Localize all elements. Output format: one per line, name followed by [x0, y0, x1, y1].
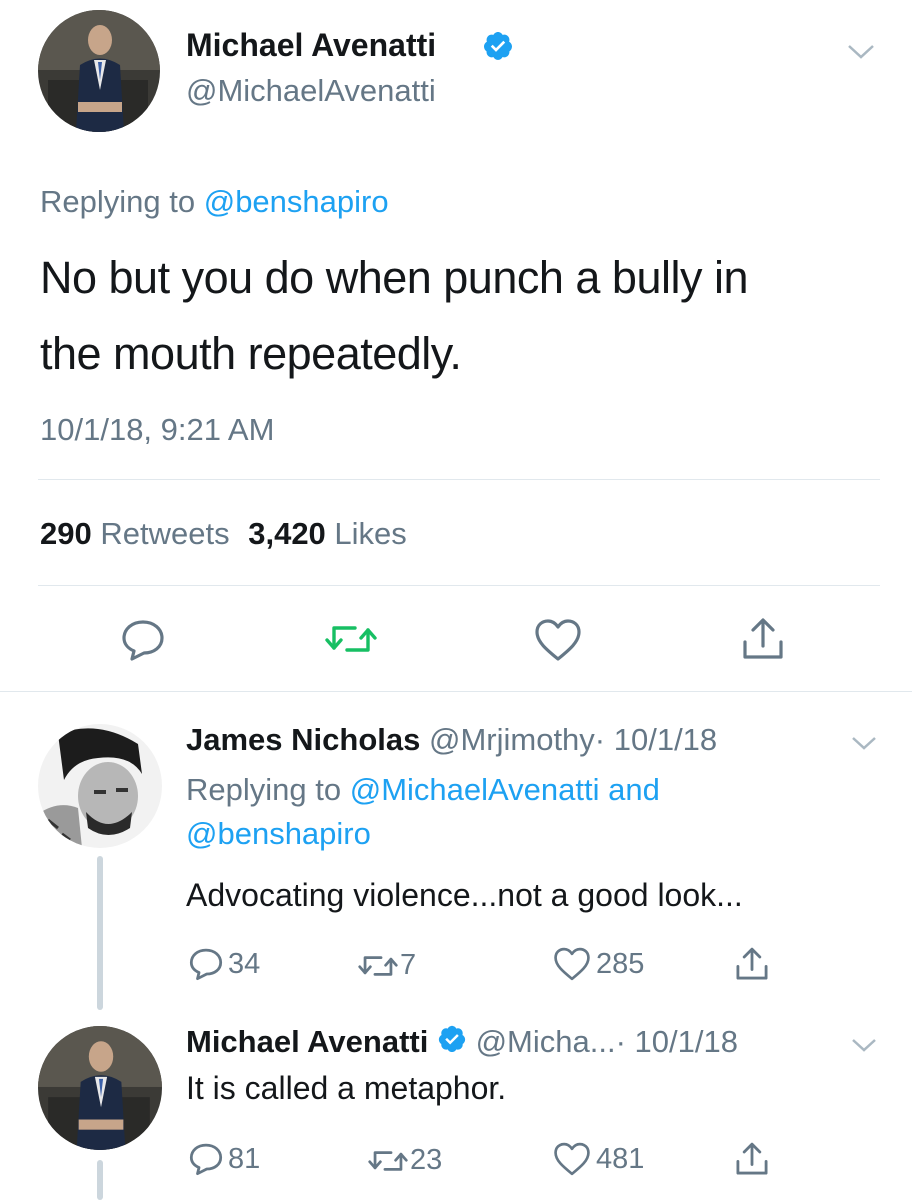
reply1-header: James Nicholas @Mrjimothy· 10/1/18	[186, 720, 717, 760]
like-icon	[554, 947, 590, 981]
like-icon	[554, 1142, 590, 1176]
likes-count: 3,420	[248, 516, 326, 551]
reply1-replying-and: and	[608, 772, 660, 807]
likes-label: Likes	[334, 516, 407, 551]
reply2-author-handle[interactable]: @Micha...	[476, 1024, 616, 1059]
likes-stat[interactable]: 3,420 Likes	[248, 516, 407, 551]
reply1-text: Advocating violence...not a good look...	[186, 877, 743, 913]
reply1-reply-count: 34	[228, 947, 261, 980]
reply2-retweet-action[interactable]: 23	[366, 1144, 442, 1177]
divider	[38, 585, 880, 586]
share-icon[interactable]	[740, 616, 786, 662]
reply1-like-count: 285	[596, 947, 645, 980]
reply2-header: Michael Avenatti @Micha...· 10/1/18	[186, 1022, 738, 1064]
verified-badge-icon	[482, 30, 514, 67]
reply2-like-action[interactable]: 481	[552, 1141, 644, 1177]
chevron-down-icon[interactable]	[850, 1036, 878, 1054]
avatar-james-nicholas[interactable]	[38, 724, 162, 848]
tweet-text-line-1: No but you do when punch a bully in	[40, 252, 749, 303]
thread-connector	[97, 1160, 103, 1200]
reply-icon	[189, 948, 223, 981]
divider	[38, 479, 880, 480]
verified-badge-icon	[437, 1024, 467, 1064]
reply1-replying-prefix: Replying to	[186, 772, 342, 807]
retweet-icon	[358, 955, 398, 976]
reply1-date[interactable]: · 10/1/18	[595, 722, 717, 757]
reply2-reply-count: 81	[228, 1142, 261, 1175]
retweet-icon	[368, 1150, 408, 1171]
chevron-down-icon[interactable]	[846, 42, 876, 62]
avatar-michael-avenatti[interactable]	[38, 10, 160, 132]
engagement-stats: 290 Retweets 3,420 Likes	[40, 515, 407, 553]
reply1-replying-to: Replying to @MichaelAvenatti and @bensha…	[186, 768, 846, 856]
like-icon[interactable]	[533, 617, 583, 663]
reply1-author-handle[interactable]: @Mrjimothy	[429, 722, 595, 757]
author-handle[interactable]: @MichaelAvenatti	[186, 72, 436, 110]
retweets-stat[interactable]: 290 Retweets	[40, 516, 238, 551]
author-name[interactable]: Michael Avenatti	[186, 26, 436, 64]
reply2-text: It is called a metaphor.	[186, 1070, 507, 1106]
thread-connector	[97, 856, 103, 1010]
reply1-author-name[interactable]: James Nicholas	[186, 722, 420, 757]
reply1-replying-link-1[interactable]: @MichaelAvenatti	[350, 772, 600, 807]
reply1-retweet-count: 7	[400, 949, 417, 981]
tweet-text-line-2: the mouth repeatedly.	[40, 328, 462, 379]
retweets-label: Retweets	[100, 516, 230, 551]
reply-icon	[189, 1143, 223, 1176]
reply2-author-name[interactable]: Michael Avenatti	[186, 1024, 428, 1059]
chevron-down-icon[interactable]	[850, 734, 878, 752]
reply1-reply-action[interactable]: 34	[188, 947, 260, 981]
reply2-retweet-count: 23	[410, 1144, 443, 1176]
avatar-michael-avenatti[interactable]	[38, 1026, 162, 1150]
tweet-timestamp[interactable]: 10/1/18, 9:21 AM	[40, 411, 274, 449]
share-icon[interactable]	[734, 1141, 770, 1177]
share-icon[interactable]	[734, 946, 770, 982]
replying-to-prefix: Replying to	[40, 184, 196, 219]
reply-icon[interactable]	[120, 618, 166, 662]
reply1-replying-link-2[interactable]: @benshapiro	[186, 816, 371, 851]
reply1-retweet-action[interactable]: 7	[356, 949, 416, 982]
reply1-like-action[interactable]: 285	[552, 946, 644, 982]
retweet-icon[interactable]	[323, 618, 379, 660]
reply2-date[interactable]: · 10/1/18	[616, 1024, 738, 1059]
retweets-count: 290	[40, 516, 92, 551]
replying-to-link[interactable]: @benshapiro	[204, 184, 389, 219]
divider	[0, 691, 912, 692]
replying-to-line: Replying to @benshapiro	[40, 183, 389, 221]
reply2-like-count: 481	[596, 1142, 645, 1175]
reply2-reply-action[interactable]: 81	[188, 1142, 260, 1176]
